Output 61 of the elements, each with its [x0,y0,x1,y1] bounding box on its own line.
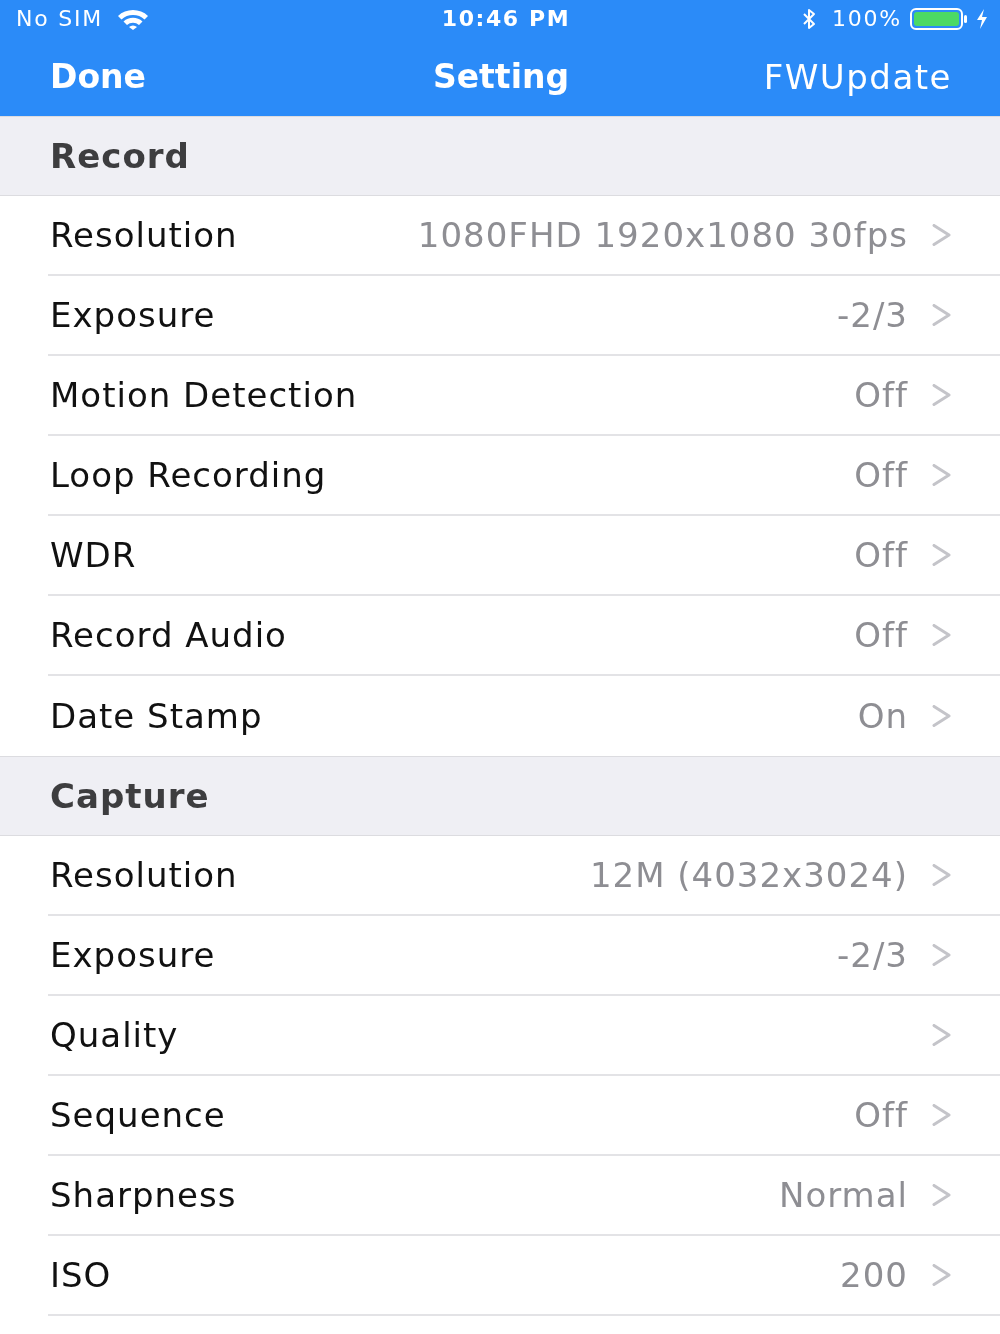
chevron-icon [932,304,951,326]
setting-value: 200 [840,1255,908,1295]
chevron-icon [932,224,951,246]
settings-row[interactable]: Exposure -2/3 [0,276,1000,356]
setting-label: Exposure [50,935,216,975]
chevron-icon [932,944,951,966]
chevron-icon [932,384,951,406]
clock-time: 10:46 PM [440,6,571,32]
setting-value: Off [854,535,908,575]
chevron-icon [932,1264,951,1286]
setting-value: 1080FHD 1920x1080 30fps [417,215,908,255]
bluetooth-icon [801,7,816,31]
setting-label: Record Audio [50,615,287,655]
chevron-icon [932,1024,951,1046]
setting-value: -2/3 [837,295,908,335]
setting-value: Off [854,455,908,495]
chevron-icon [932,705,951,727]
settings-row[interactable]: Record Audio Off [0,596,1000,676]
setting-value: 12M (4032x3024) [589,855,908,895]
settings-row[interactable]: Motion Detection Off [0,356,1000,436]
carrier-text: No SIM [16,6,104,32]
chevron-icon [932,864,951,886]
settings-row[interactable]: Sequence Off [0,1076,1000,1156]
setting-label: Motion Detection [50,375,358,415]
setting-value: Normal [778,1175,908,1215]
screen-title: Setting [432,57,570,97]
setting-value: On [857,696,908,736]
setting-label: Sharpness [50,1175,237,1215]
setting-label: Resolution [50,215,238,255]
settings-row[interactable]: Sharpness Normal [0,1156,1000,1236]
settings-row[interactable]: Loop Recording Off [0,436,1000,516]
setting-label: Date Stamp [50,696,263,736]
section-title: Capture [50,776,210,816]
settings-row[interactable]: ISO 200 [0,1236,1000,1316]
setting-label: Exposure [50,295,216,335]
setting-value: Off [854,1095,908,1135]
settings-row[interactable]: Date Stamp On [0,676,1000,756]
chevron-icon [932,464,951,486]
setting-label: WDR [50,535,137,575]
settings-row[interactable]: WDR Off [0,516,1000,596]
settings-row[interactable]: Resolution 12M (4032x3024) [0,836,1000,916]
charging-bolt-icon [976,9,988,29]
chevron-icon [932,1104,951,1126]
chevron-icon [932,1184,951,1206]
settings-row[interactable]: Quality [0,996,1000,1076]
chevron-icon [932,624,951,646]
setting-label: Quality [50,1015,179,1055]
chevron-icon [932,544,951,566]
setting-label: Loop Recording [50,455,327,495]
section-title: Record [50,136,190,176]
setting-value: -2/3 [837,935,908,975]
wifi-icon [117,8,150,30]
setting-label: Resolution [50,855,238,895]
setting-value: Off [854,375,908,415]
settings-row[interactable]: Resolution 1080FHD 1920x1080 30fps [0,196,1000,276]
battery-percentage: 100% [831,6,902,32]
settings-row[interactable]: Exposure -2/3 [0,916,1000,996]
battery-icon [910,8,968,30]
setting-label: Sequence [50,1095,226,1135]
setting-value: Off [854,615,908,655]
setting-label: ISO [50,1255,112,1295]
